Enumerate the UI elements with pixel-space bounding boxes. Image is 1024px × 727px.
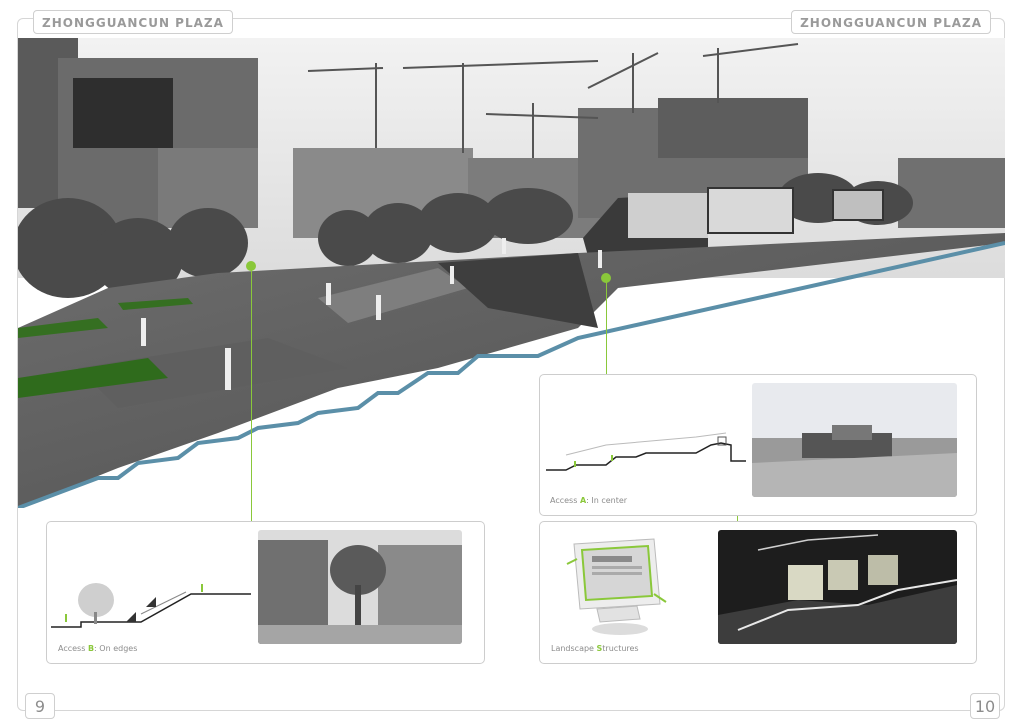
page-title-right: ZHONGGUANCUN PLAZA bbox=[791, 10, 991, 34]
caption-suffix: : In center bbox=[586, 496, 628, 505]
access-b-panel: Access B: On edges bbox=[46, 521, 485, 664]
landscape-structures-photo bbox=[718, 530, 957, 644]
monitor-illustration bbox=[566, 538, 667, 635]
caption-prefix: Landscape bbox=[551, 644, 597, 653]
landscape-structures-panel: Landscape Structures bbox=[539, 521, 977, 664]
caption-prefix: Access bbox=[58, 644, 88, 653]
access-a-panel: Access A: In center bbox=[539, 374, 977, 516]
landscape-structures-caption: Landscape Structures bbox=[551, 644, 639, 653]
page-number-right: 10 bbox=[970, 693, 1000, 719]
access-b-caption: Access B: On edges bbox=[58, 644, 137, 653]
access-a-photo bbox=[752, 383, 957, 497]
caption-suffix: : On edges bbox=[94, 644, 138, 653]
callout-line-right bbox=[606, 282, 607, 374]
caption-prefix: Access bbox=[550, 496, 580, 505]
page-title-left: ZHONGGUANCUN PLAZA bbox=[33, 10, 233, 34]
page-number-left: 9 bbox=[25, 693, 55, 719]
access-b-section-diagram bbox=[51, 583, 251, 628]
access-a-section-diagram bbox=[546, 432, 746, 471]
access-b-photo bbox=[258, 530, 462, 644]
caption-suffix: tructures bbox=[602, 644, 639, 653]
access-a-caption: Access A: In center bbox=[550, 496, 627, 505]
callout-line-left bbox=[251, 270, 252, 521]
